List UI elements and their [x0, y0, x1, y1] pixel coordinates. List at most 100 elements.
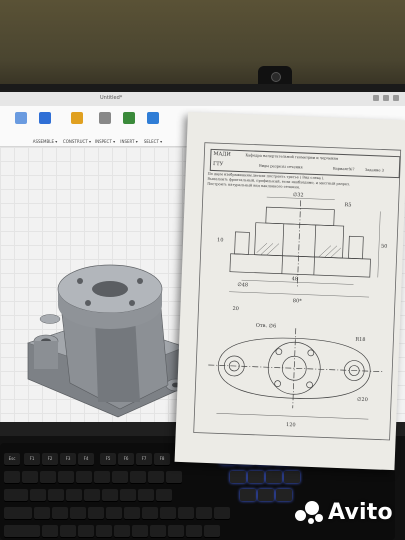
document-tab[interactable]: Untitled* — [100, 95, 122, 101]
keyboard-key[interactable] — [4, 471, 20, 483]
key-f8[interactable]: F8 — [154, 453, 170, 465]
keyboard-key[interactable] — [276, 489, 292, 501]
keyboard-key[interactable] — [168, 525, 184, 537]
key-f3[interactable]: F3 — [60, 453, 76, 465]
keyboard-key[interactable] — [42, 525, 58, 537]
cad-title-bar: Untitled* — [0, 92, 405, 107]
keyboard-key[interactable] — [22, 471, 38, 483]
keyboard-key[interactable] — [148, 471, 164, 483]
tool-select[interactable]: SELECT ▾ — [138, 112, 168, 144]
keyboard-key[interactable] — [66, 489, 82, 501]
keyboard-key[interactable] — [258, 489, 274, 501]
plan-total-dimension — [216, 413, 369, 420]
avito-brand-text: Avito — [328, 500, 393, 525]
close-icon[interactable] — [393, 95, 399, 101]
tool-assemble[interactable]: ASSEMBLE ▾ — [30, 112, 60, 144]
dim-d-top: ∅32 — [293, 192, 304, 198]
front-view-right-boss — [348, 235, 364, 260]
key-caps[interactable] — [4, 507, 32, 519]
front-view-axis — [297, 200, 302, 287]
keyboard-key[interactable] — [78, 525, 94, 537]
keyboard-key[interactable] — [160, 507, 176, 519]
dim-d-left: ∅48 — [237, 282, 248, 288]
tool-insert-label: INSERT ▾ — [120, 139, 138, 144]
keyboard-key[interactable] — [94, 471, 110, 483]
keyboard-key[interactable] — [106, 507, 122, 519]
minimize-icon[interactable] — [373, 95, 379, 101]
key-esc[interactable]: Esc — [4, 453, 20, 465]
keyboard-key[interactable] — [266, 471, 282, 483]
keyboard-key[interactable] — [120, 489, 136, 501]
tool-construct[interactable]: CONSTRUCT ▾ — [62, 112, 92, 144]
department-title: Кафедра начертательной геометрии и черче… — [245, 153, 339, 161]
keyboard-key[interactable] — [58, 471, 74, 483]
maximize-icon[interactable] — [383, 95, 389, 101]
front-view-bore-left — [281, 223, 285, 274]
keyboard-key[interactable] — [150, 525, 166, 537]
keyboard-key[interactable] — [248, 471, 264, 483]
keyboard-key[interactable] — [60, 525, 76, 537]
keyboard-key[interactable] — [84, 489, 100, 501]
institution-label: МАДИ — [213, 151, 231, 158]
keyboard-key[interactable] — [52, 507, 68, 519]
key-f2[interactable]: F2 — [42, 453, 58, 465]
keyboard-key[interactable] — [142, 507, 158, 519]
keyboard-key[interactable] — [30, 489, 46, 501]
3d-model[interactable] — [0, 147, 200, 422]
keyboard-key[interactable] — [132, 525, 148, 537]
keyboard-key[interactable] — [138, 489, 154, 501]
model-left-boss-body — [34, 341, 58, 369]
front-view-base — [229, 253, 371, 278]
key-shift[interactable] — [4, 525, 40, 537]
keyboard-key[interactable] — [88, 507, 104, 519]
keyboard-key[interactable] — [196, 507, 212, 519]
key-tab[interactable] — [4, 489, 28, 501]
keyboard-key[interactable] — [124, 507, 140, 519]
keyboard-key[interactable] — [166, 471, 182, 483]
insert-icon — [123, 112, 135, 124]
model-bolt-hole — [77, 278, 83, 284]
model-center-bore — [92, 281, 128, 297]
window-controls — [373, 95, 399, 101]
dim-circle-label: Отв. ∅6 — [256, 323, 277, 330]
keyboard-key[interactable] — [102, 489, 118, 501]
keyboard-key[interactable] — [40, 471, 56, 483]
tool-construct-label: CONSTRUCT ▾ — [62, 139, 92, 144]
keyboard-key[interactable] — [214, 507, 230, 519]
keyboard-key[interactable] — [96, 525, 112, 537]
keyboard-key[interactable] — [240, 489, 256, 501]
dim-r-big: R18 — [355, 337, 365, 343]
institution-label-2: ГТУ — [212, 161, 224, 168]
front-view-bore-right — [313, 224, 317, 275]
key-f7[interactable]: F7 — [136, 453, 152, 465]
dim-r: R5 — [344, 202, 351, 208]
key-f1[interactable]: F1 — [24, 453, 40, 465]
keyboard-key[interactable] — [178, 507, 194, 519]
front-view-body — [254, 222, 345, 259]
keyboard-key[interactable] — [204, 525, 220, 537]
keyboard-key[interactable] — [114, 525, 130, 537]
keyboard-key[interactable] — [34, 507, 50, 519]
front-view — [229, 200, 371, 287]
webcam-lens — [271, 72, 281, 82]
keyboard-key[interactable] — [70, 507, 86, 519]
plan-view-outline — [217, 337, 371, 399]
model-bolt-hole — [137, 278, 143, 284]
key-f6[interactable]: F6 — [118, 453, 134, 465]
keyboard-key[interactable] — [230, 471, 246, 483]
inspect-icon — [99, 112, 111, 124]
move-icon — [15, 112, 27, 124]
key-f4[interactable]: F4 — [78, 453, 94, 465]
dim-w-mid: 48 — [292, 276, 299, 282]
keyboard-key[interactable] — [76, 471, 92, 483]
keyboard-key[interactable] — [186, 525, 202, 537]
keyboard-key[interactable] — [48, 489, 64, 501]
keyboard-key[interactable] — [284, 471, 300, 483]
model-bolt-hole — [85, 300, 91, 306]
keyboard-key[interactable] — [130, 471, 146, 483]
plan-view-flange — [267, 341, 321, 395]
key-f5[interactable]: F5 — [100, 453, 116, 465]
model-bolt-hole — [129, 300, 135, 306]
keyboard-key[interactable] — [156, 489, 172, 501]
keyboard-key[interactable] — [112, 471, 128, 483]
